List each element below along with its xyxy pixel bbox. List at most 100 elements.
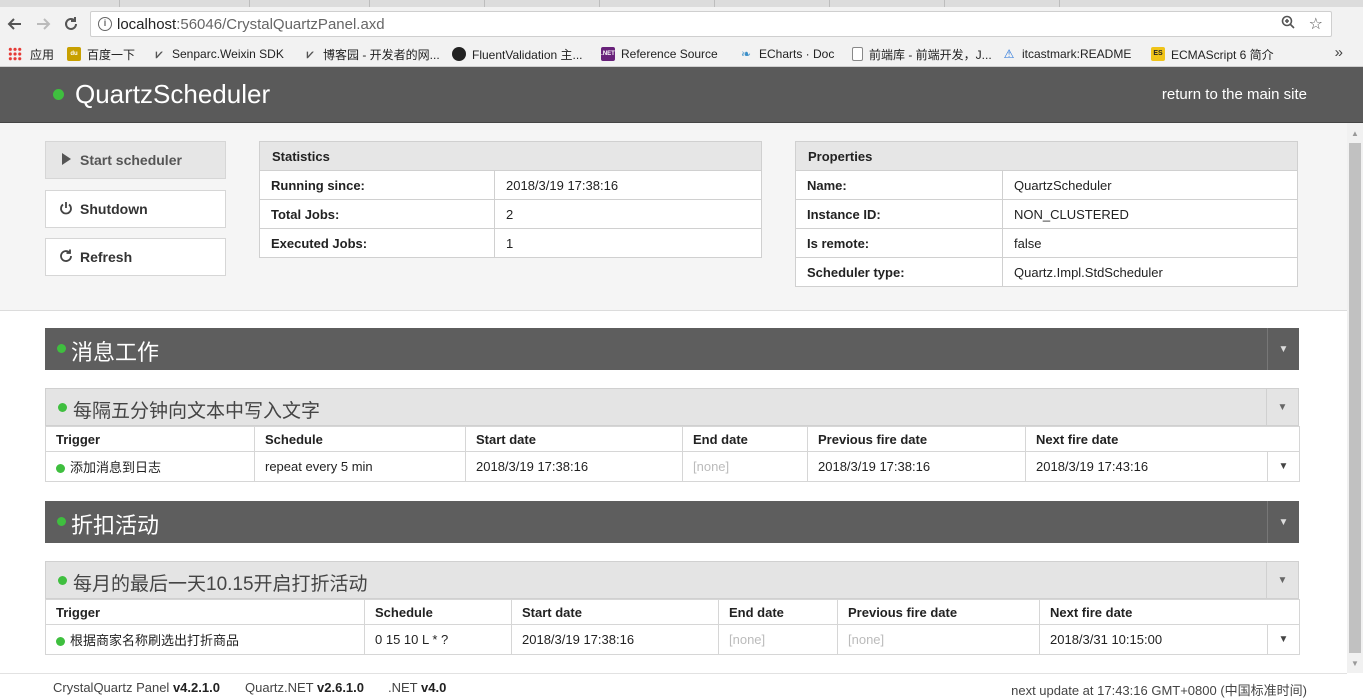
reload-icon[interactable]: [60, 13, 82, 35]
chevron-down-icon[interactable]: ▼: [1267, 328, 1299, 370]
browser-tab[interactable]: [715, 0, 830, 7]
bookmarks-overflow-icon[interactable]: »: [1335, 44, 1343, 61]
bookmark-itcastmark[interactable]: ⚠ itcastmark:README: [1002, 46, 1132, 62]
property-value: NON_CLUSTERED: [1002, 199, 1298, 229]
table-row: Running since: 2018/3/19 17:38:16: [259, 170, 762, 200]
job-name: 每隔五分钟向文本中写入文字: [73, 401, 321, 422]
dotnet-icon: .NET: [601, 47, 615, 61]
bookmark-apps[interactable]: 应用: [8, 46, 54, 62]
stat-key: Running since:: [259, 170, 495, 200]
bookmark-reference-source[interactable]: .NET Reference Source: [601, 46, 718, 62]
job-group-name: 消息工作: [71, 340, 160, 365]
job-group-header[interactable]: 折扣活动 ▼: [45, 501, 1299, 543]
next-update-text: next update at 17:43:16 GMT+0800 (中国标准时间…: [1011, 683, 1307, 698]
page-icon: [852, 47, 863, 61]
forward-arrow-icon[interactable]: [32, 13, 54, 35]
status-footer: CrystalQuartz Panel v4.2.1.0 Quartz.NET …: [0, 673, 1347, 699]
table-row: Total Jobs: 2: [259, 199, 762, 229]
shutdown-button[interactable]: Shutdown: [45, 190, 226, 228]
schedule-cell: 0 15 10 L * ?: [364, 624, 512, 655]
status-dot-icon: [53, 89, 64, 100]
status-dot-icon: [58, 576, 67, 585]
chevron-down-icon[interactable]: ▼: [1267, 624, 1300, 655]
bookmark-frontend-lib[interactable]: 前端库 - 前端开发，J...: [852, 46, 992, 62]
table-header-row: Trigger Schedule Start date End date Pre…: [45, 599, 1300, 625]
bookmark-fluentvalidation[interactable]: FluentValidation 主...: [452, 46, 583, 62]
properties-title: Properties: [795, 141, 1298, 171]
scroll-down-icon[interactable]: ▼: [1351, 659, 1359, 668]
browser-tab[interactable]: [370, 0, 485, 7]
bookmark-ecmascript[interactable]: ES ECMAScript 6 简介: [1151, 46, 1274, 62]
table-row: Scheduler type: Quartz.Impl.StdScheduler: [795, 257, 1298, 287]
previous-fire-date-cell: 2018/3/19 17:38:16: [807, 451, 1026, 482]
github-icon: [452, 47, 466, 61]
job-group-header[interactable]: 消息工作 ▼: [45, 328, 1299, 370]
browser-tab[interactable]: [250, 0, 370, 7]
column-header-next-fire-date: Next fire date: [1025, 426, 1300, 452]
job-header[interactable]: 每隔五分钟向文本中写入文字 ▼: [45, 388, 1299, 426]
column-header-previous-fire-date: Previous fire date: [837, 599, 1040, 625]
properties-table: Properties Name: QuartzScheduler Instanc…: [795, 141, 1298, 287]
browser-tab[interactable]: [485, 0, 600, 7]
browser-tab[interactable]: [0, 0, 120, 7]
next-fire-date-cell: 2018/3/31 10:15:00: [1039, 624, 1268, 655]
table-row: Is remote: false: [795, 228, 1298, 258]
refresh-button[interactable]: Refresh: [45, 238, 226, 276]
senparc-icon: ⩗: [155, 47, 163, 61]
bookmark-senparc[interactable]: ⩗ Senparc.Weixin SDK: [152, 46, 284, 62]
start-scheduler-button[interactable]: Start scheduler: [45, 141, 226, 179]
panel-version: CrystalQuartz Panel v4.2.1.0: [53, 680, 220, 695]
browser-tab[interactable]: [600, 0, 715, 7]
stat-value: 2: [494, 199, 762, 229]
status-dot-icon: [56, 637, 65, 646]
info-icon[interactable]: i: [98, 17, 112, 31]
column-header-start-date: Start date: [465, 426, 683, 452]
chevron-down-icon[interactable]: ▼: [1267, 451, 1300, 482]
address-bar[interactable]: i localhost:56046/CrystalQuartzPanel.axd…: [90, 11, 1332, 37]
scrollbar-thumb[interactable]: [1349, 143, 1361, 653]
address-url[interactable]: localhost:56046/CrystalQuartzPanel.axd: [117, 16, 385, 33]
job-group-name: 折扣活动: [71, 513, 160, 538]
baidu-icon: du: [67, 47, 81, 61]
property-key: Is remote:: [795, 228, 1003, 258]
property-value: Quartz.Impl.StdScheduler: [1002, 257, 1298, 287]
table-row: 添加消息到日志 repeat every 5 min 2018/3/19 17:…: [45, 451, 1300, 482]
chevron-down-icon[interactable]: ▼: [1267, 501, 1299, 543]
table-row: Instance ID: NON_CLUSTERED: [795, 199, 1298, 229]
start-date-cell: 2018/3/19 17:38:16: [511, 624, 719, 655]
table-row: Name: QuartzScheduler: [795, 170, 1298, 200]
browser-tab[interactable]: [830, 0, 945, 7]
property-value: QuartzScheduler: [1002, 170, 1298, 200]
column-header-next-fire-date: Next fire date: [1039, 599, 1300, 625]
stat-key: Executed Jobs:: [259, 228, 495, 258]
play-icon: [58, 152, 74, 168]
property-key: Instance ID:: [795, 199, 1003, 229]
bookmark-echarts[interactable]: ❧ ECharts · Doc: [739, 46, 834, 62]
browser-tab[interactable]: [120, 0, 250, 7]
scroll-up-icon[interactable]: ▲: [1351, 129, 1359, 138]
bookmark-star-icon[interactable]: ☆: [1309, 14, 1323, 34]
chevron-down-icon[interactable]: ▼: [1266, 562, 1298, 598]
browser-tab[interactable]: [945, 0, 1060, 7]
dotnet-version: .NET v4.0: [388, 680, 447, 695]
column-header-previous-fire-date: Previous fire date: [807, 426, 1026, 452]
job-header[interactable]: 每月的最后一天10.15开启打折活动 ▼: [45, 561, 1299, 599]
back-arrow-icon[interactable]: [4, 13, 26, 35]
schedule-cell: repeat every 5 min: [254, 451, 466, 482]
column-header-start-date: Start date: [511, 599, 719, 625]
zoom-icon[interactable]: [1281, 15, 1295, 32]
return-main-site-link[interactable]: return to the main site: [1162, 86, 1307, 103]
refresh-icon: [58, 249, 74, 266]
browser-toolbar: i localhost:56046/CrystalQuartzPanel.axd…: [0, 7, 1363, 41]
stat-value: 2018/3/19 17:38:16: [494, 170, 762, 200]
power-icon: [58, 201, 74, 218]
chevron-down-icon[interactable]: ▼: [1266, 389, 1298, 425]
column-header-schedule: Schedule: [364, 599, 512, 625]
property-key: Name:: [795, 170, 1003, 200]
statistics-title: Statistics: [259, 141, 762, 171]
bookmarks-bar: 应用 du 百度一下 ⩗ Senparc.Weixin SDK ⩗ 博客园 - …: [0, 41, 1363, 67]
bookmark-cnblogs[interactable]: ⩗ 博客园 - 开发者的网...: [303, 46, 440, 62]
next-fire-date-cell: 2018/3/19 17:43:16: [1025, 451, 1268, 482]
bookmark-baidu[interactable]: du 百度一下: [67, 46, 135, 62]
start-date-cell: 2018/3/19 17:38:16: [465, 451, 683, 482]
